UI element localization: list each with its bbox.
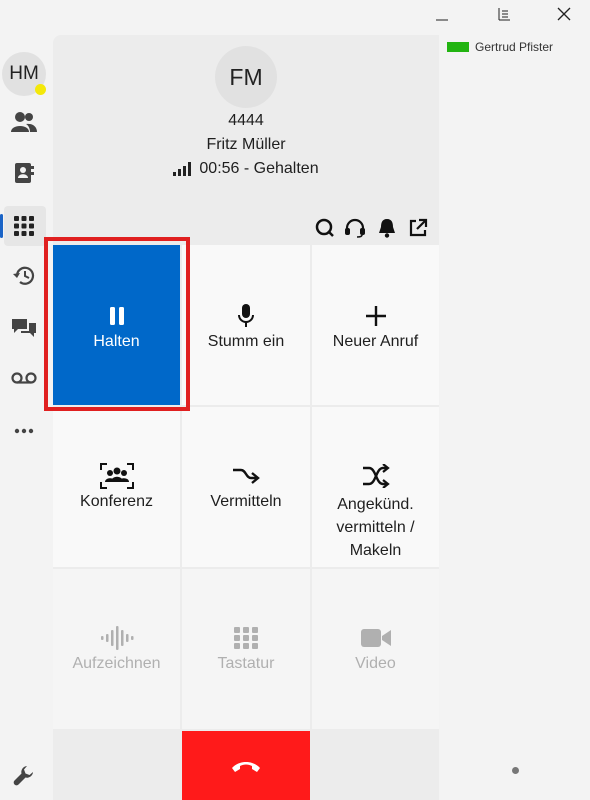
contact-status-indicator (447, 42, 469, 52)
close-icon (557, 7, 571, 21)
chat-icon (12, 319, 36, 337)
contact-name: Gertrud Pfister (475, 40, 554, 54)
attended-transfer-label: Angekünd. vermitteln / Makeln (336, 496, 415, 559)
chat-nav[interactable] (4, 308, 44, 348)
contact-list-item[interactable]: Gertrud Pfister (447, 40, 553, 54)
keypad-icon (234, 627, 258, 649)
wrench-icon (13, 766, 34, 786)
history-icon (13, 266, 35, 285)
settings-nav[interactable] (4, 755, 44, 795)
headset-button[interactable] (343, 216, 367, 240)
mute-button[interactable]: Stumm ein (182, 245, 310, 405)
headset-icon (345, 218, 365, 238)
dialpad-icon (14, 216, 34, 236)
more-nav[interactable] (4, 411, 44, 451)
minimize-icon (436, 19, 448, 21)
caller-initials: FM (229, 63, 263, 90)
video-camera-icon (360, 629, 391, 647)
phonebook-nav[interactable] (4, 153, 44, 193)
video-label: Video (355, 655, 396, 672)
new-call-label: Neuer Anruf (332, 333, 419, 350)
caller-number: 4444 (228, 112, 264, 129)
bell-icon (379, 219, 395, 238)
attended-transfer-button[interactable]: Angekünd. vermitteln / Makeln (312, 407, 439, 567)
user-initials: HM (9, 63, 39, 84)
keypad-button[interactable]: Tastatur (182, 569, 310, 729)
shuffle-icon (362, 464, 390, 488)
contacts-nav[interactable] (4, 102, 44, 142)
conference-label: Konferenz (80, 493, 153, 510)
transfer-icon (233, 468, 260, 484)
call-status: 00:56 - Gehalten (199, 160, 319, 177)
transfer-button[interactable]: Vermitteln (182, 407, 310, 567)
popout-button[interactable] (406, 216, 430, 240)
conference-button[interactable]: Konferenz (53, 407, 180, 567)
highlight-frame (44, 237, 190, 411)
notification-button[interactable] (375, 216, 399, 240)
active-nav-indicator (0, 214, 3, 238)
video-button[interactable]: Video (312, 569, 439, 729)
voicemail-nav[interactable] (4, 358, 44, 398)
more-icon (14, 428, 34, 434)
plus-icon (365, 306, 386, 326)
record-label: Aufzeichnen (72, 655, 161, 672)
signal-strength-icon (173, 162, 192, 176)
page-indicator-dot[interactable] (512, 767, 519, 774)
new-call-button[interactable]: Neuer Anruf (312, 245, 439, 405)
quality-button[interactable] (313, 216, 337, 240)
hangup-button[interactable] (182, 731, 310, 800)
close-button[interactable] (544, 0, 584, 28)
transfer-label: Vermitteln (210, 493, 282, 510)
waveform-icon (100, 626, 133, 650)
hangup-icon (232, 761, 260, 772)
minimize-button[interactable] (422, 0, 462, 28)
voicemail-icon (11, 372, 37, 384)
history-nav[interactable] (4, 256, 44, 296)
conference-icon (99, 463, 134, 489)
dialpad-nav[interactable] (4, 206, 44, 246)
external-link-icon (409, 218, 428, 237)
caller-name: Fritz Müller (206, 136, 286, 153)
quality-icon (315, 218, 334, 237)
microphone-icon (238, 304, 254, 327)
mute-label: Stumm ein (207, 333, 285, 350)
address-book-icon (15, 163, 34, 183)
record-button[interactable]: Aufzeichnen (53, 569, 180, 729)
caller-avatar: FM (215, 46, 277, 108)
list-view-icon (498, 8, 510, 21)
compact-view-button[interactable] (484, 0, 524, 28)
presence-indicator (35, 84, 46, 95)
people-icon (11, 112, 37, 132)
keypad-label: Tastatur (217, 655, 275, 672)
call-status-row: 00:56 - Gehalten (53, 160, 439, 178)
